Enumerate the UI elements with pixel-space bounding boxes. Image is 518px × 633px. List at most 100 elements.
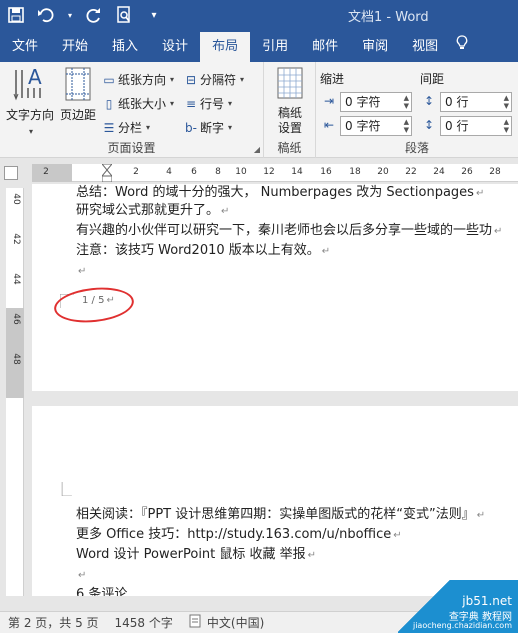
- paragraph[interactable]: 6 条评论: [76, 586, 127, 596]
- tell-me-icon[interactable]: [450, 32, 474, 62]
- orientation-label: 纸张方向: [118, 73, 167, 87]
- indent-left-icon: ⇥: [323, 94, 335, 108]
- spin-arrows-icon[interactable]: ▲ ▼: [404, 118, 409, 134]
- ruler-tick: 24: [433, 167, 445, 177]
- spacing-after-input[interactable]: 0 行 ▲ ▼: [440, 116, 512, 136]
- word-count-status[interactable]: 1458 个字: [107, 614, 181, 631]
- columns-label: 分栏: [118, 121, 143, 135]
- paragraph[interactable]: 相关阅读：『PPT 设计思维第四期：实操单图版式的花样“变式”法则』 ↵: [76, 506, 485, 525]
- page-setup-group-label: 页面设置: [107, 141, 156, 155]
- ruler-tick: 6: [191, 167, 197, 177]
- page-setup-launcher-icon[interactable]: ◢: [254, 145, 260, 154]
- undo-icon[interactable]: [36, 4, 56, 26]
- horizontal-ruler[interactable]: 2 2 4 6 8 10 12 14 16 18 20 22 24 26 28: [32, 163, 518, 183]
- ruler-tick: 26: [461, 167, 473, 177]
- paragraph-group: 缩进 间距 ⇥ 0 字符 ▲ ▼ ⇤ 0 字符 ▲ ▼ ↕ 0 行 ▲ ▼ ↕ 0 行…: [316, 62, 518, 158]
- ruler-tick: 18: [349, 167, 361, 177]
- paragraph[interactable]: 更多 Office 技巧：http://study.163.com/u/nbof…: [76, 526, 402, 545]
- size-button[interactable]: ▯ 纸张大小 ▾: [102, 94, 174, 114]
- redo-icon[interactable]: [84, 4, 104, 26]
- paragraph[interactable]: 注意：该技巧 Word2010 版本以上有效。 ↵: [76, 242, 330, 261]
- indent-right-value: 0 字符: [345, 119, 381, 133]
- margins-button[interactable]: 页边距: [58, 66, 98, 123]
- hyphenation-icon: b‐: [185, 121, 197, 135]
- indent-label: 缩进: [320, 72, 345, 86]
- text-direction-icon: A: [4, 65, 56, 106]
- tab-mailings[interactable]: 邮件: [300, 32, 350, 62]
- customize-qat-icon[interactable]: ▾: [144, 4, 164, 26]
- tab-selector[interactable]: [4, 166, 18, 180]
- save-icon[interactable]: [6, 4, 26, 26]
- page-count-status[interactable]: 第 2 页，共 5 页: [0, 614, 107, 631]
- breaks-label: 分隔符: [200, 73, 237, 87]
- svg-text:A: A: [28, 66, 42, 89]
- ruler-tick: 8: [215, 167, 221, 177]
- document-page-1[interactable]: 总结：Word 的域十分的强大， Numberpages 改为 Sectionp…: [32, 184, 518, 391]
- paragraph[interactable]: 研究域公式那就更升了。 ↵: [76, 202, 229, 221]
- tab-design[interactable]: 设计: [150, 32, 200, 62]
- tab-file[interactable]: 文件: [0, 32, 50, 62]
- title-bar: ▾ ▾ 文档1 - Word: [0, 0, 518, 32]
- paper-group: 稿纸设置 稿纸: [264, 62, 316, 158]
- ruler-tick: 10: [235, 167, 247, 177]
- orientation-button[interactable]: ▭ 纸张方向 ▾: [102, 70, 174, 90]
- ruler-tick: 40: [11, 193, 21, 205]
- tab-review[interactable]: 审阅: [350, 32, 400, 62]
- paragraph[interactable]: 总结：Word 的域十分的强大， Numberpages 改为 Sectionp…: [76, 184, 484, 203]
- columns-button[interactable]: ☰ 分栏 ▾: [102, 118, 150, 138]
- paragraph[interactable]: ↵: [76, 566, 86, 585]
- tab-layout[interactable]: 布局: [200, 32, 251, 62]
- breaks-button[interactable]: ⊟ 分隔符 ▾: [184, 70, 244, 90]
- print-preview-icon[interactable]: [114, 4, 134, 26]
- tab-insert[interactable]: 插入: [100, 32, 150, 62]
- line-numbers-button[interactable]: ≡ 行号 ▾: [184, 94, 232, 114]
- ribbon-tabs: 文件 开始 插入 设计 布局 引用 邮件 审阅 视图: [0, 32, 518, 62]
- tab-home[interactable]: 开始: [50, 32, 100, 62]
- ruler-tick: 44: [11, 273, 21, 285]
- line-numbers-label: 行号: [200, 97, 225, 111]
- ruler-tick: 16: [320, 167, 332, 177]
- spacing-before-value: 0 行: [445, 95, 469, 109]
- indent-right-icon: ⇤: [323, 118, 335, 132]
- paragraph[interactable]: 有兴趣的小伙伴可以研究一下，秦川老师也会以后多分享一些域的一些功 ↵: [76, 222, 502, 241]
- hyphenation-button[interactable]: b‐ 断字 ▾: [184, 118, 232, 138]
- document-page-2[interactable]: 相关阅读：『PPT 设计思维第四期：实操单图版式的花样“变式”法则』 ↵ 更多 O…: [32, 406, 518, 596]
- spacing-after-icon: ↕: [423, 118, 435, 132]
- margins-icon: [58, 66, 98, 106]
- spin-arrows-icon[interactable]: ▲ ▼: [404, 94, 409, 110]
- paper-grid-icon: [270, 66, 310, 104]
- ruler-tick: 48: [11, 353, 21, 365]
- spin-arrows-icon[interactable]: ▲ ▼: [504, 94, 509, 110]
- proofing-status[interactable]: 中文(中国): [181, 614, 272, 631]
- watermark-text: jb51.net: [462, 594, 512, 608]
- tab-references[interactable]: 引用: [250, 32, 300, 62]
- text-direction-button[interactable]: A 文字方向▾: [4, 65, 56, 139]
- indent-left-input[interactable]: 0 字符 ▲ ▼: [340, 92, 412, 112]
- spacing-before-input[interactable]: 0 行 ▲ ▼: [440, 92, 512, 112]
- ruler-tick: 22: [405, 167, 417, 177]
- vertical-ruler[interactable]: 40 42 44 46 48: [6, 188, 24, 596]
- spacing-before-icon: ↕: [423, 94, 435, 108]
- tab-view[interactable]: 视图: [400, 32, 450, 62]
- indent-right-input[interactable]: 0 字符 ▲ ▼: [340, 116, 412, 136]
- paragraph[interactable]: ↵: [76, 262, 86, 281]
- spin-arrows-icon[interactable]: ▲ ▼: [504, 118, 509, 134]
- document-title: 文档1 - Word: [348, 10, 429, 25]
- paragraph-group-label: 段落: [404, 141, 429, 155]
- watermark-text: jiaocheng.chazidian.com: [412, 621, 512, 630]
- ruler-tick: 28: [489, 167, 501, 177]
- undo-dropdown-icon[interactable]: ▾: [66, 4, 74, 26]
- paragraph[interactable]: Word 设计 PowerPoint 鼠标 收藏 举报 ↵: [76, 546, 316, 565]
- indent-marker-icon[interactable]: [100, 163, 114, 183]
- ruler-tick: 14: [291, 167, 303, 177]
- spacing-after-value: 0 行: [445, 119, 469, 133]
- text-direction-label: 文字方向: [5, 108, 54, 122]
- indent-left-value: 0 字符: [345, 95, 381, 109]
- line-numbers-icon: ≡: [185, 97, 197, 111]
- columns-icon: ☰: [103, 121, 115, 135]
- margins-label: 页边距: [59, 108, 96, 122]
- proofing-icon: [189, 614, 203, 631]
- paper-settings-button[interactable]: 稿纸设置: [270, 66, 310, 136]
- ruler-tick: 2: [43, 167, 49, 177]
- ribbon: A 文字方向▾ 页边距 ▭ 纸张方向 ▾ ▯ 纸张大小 ▾ ☰ 分栏 ▾ ⊟ 分隔符 ▾…: [0, 62, 518, 158]
